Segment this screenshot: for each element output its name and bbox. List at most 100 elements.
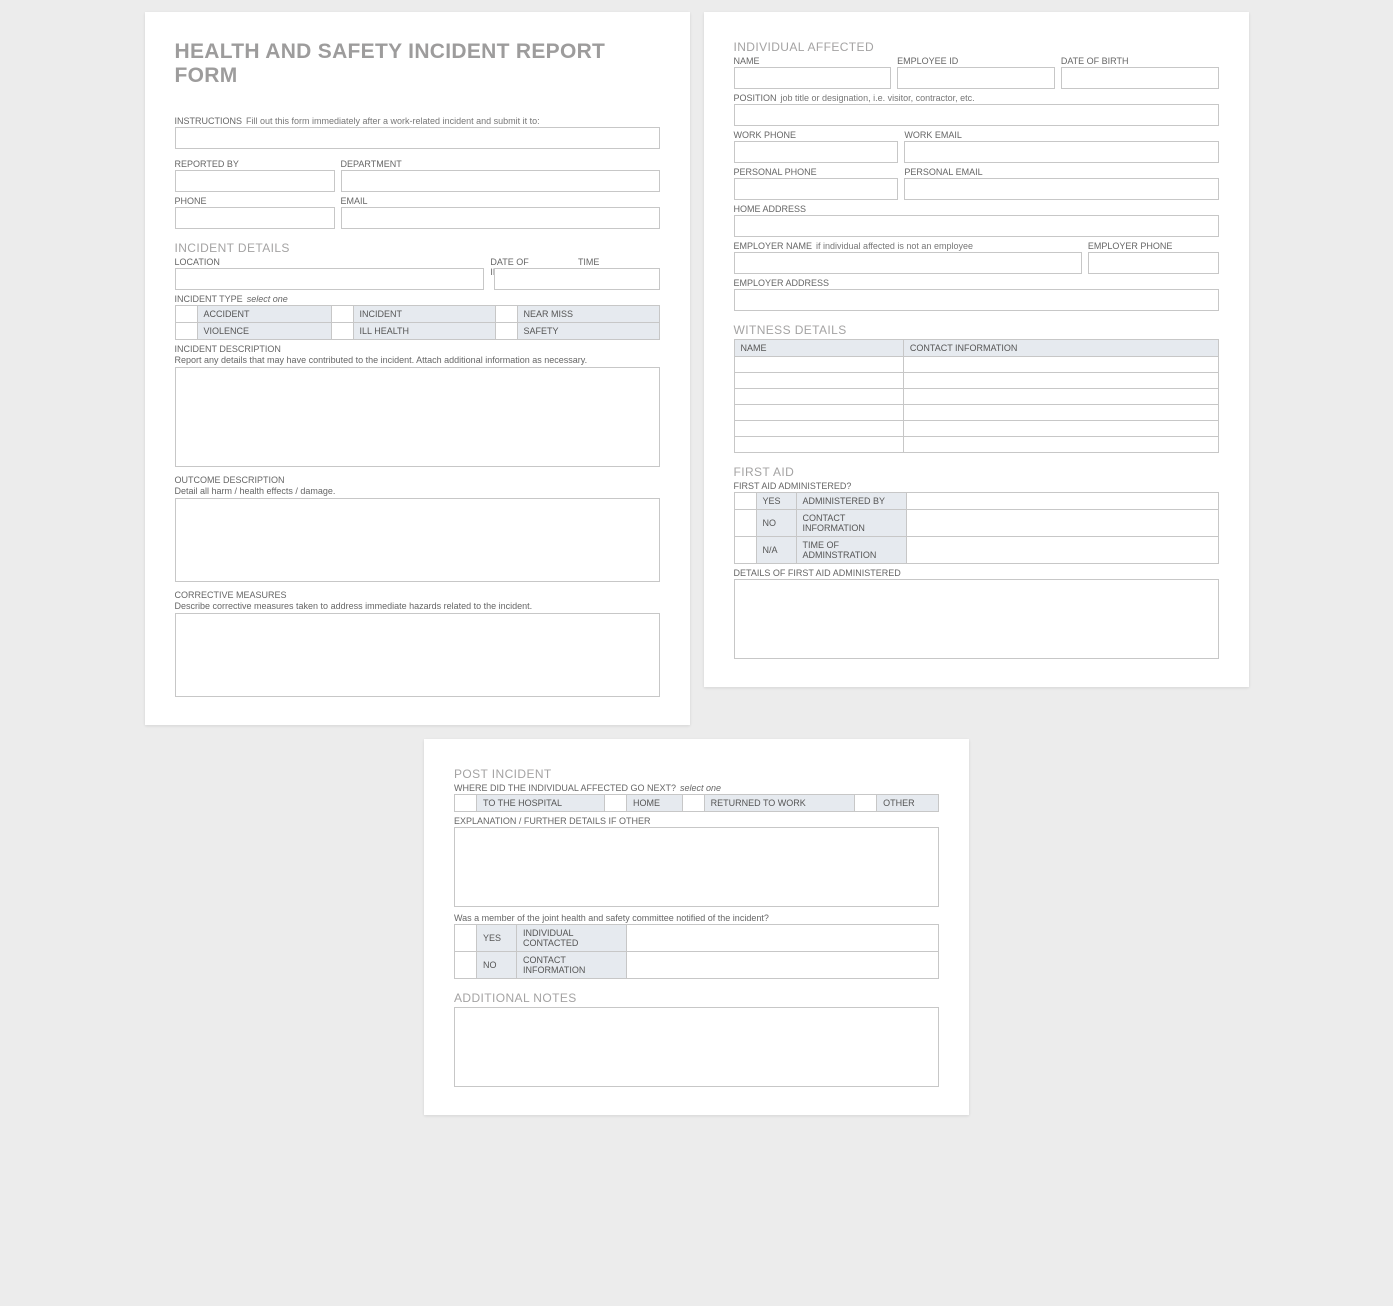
type-check-nearmiss[interactable]	[495, 306, 517, 323]
comm-check-no[interactable]	[455, 952, 477, 979]
corrective-label: CORRECTIVE MEASURES	[175, 590, 660, 600]
witness-contact-3[interactable]	[903, 389, 1218, 405]
outcome-input[interactable]	[175, 498, 660, 582]
witness-contact-2[interactable]	[903, 373, 1218, 389]
witness-name-3[interactable]	[734, 389, 903, 405]
outcome-sub: Detail all harm / health effects / damag…	[175, 486, 660, 496]
type-check-incident[interactable]	[331, 306, 353, 323]
instructions-text: Fill out this form immediately after a w…	[246, 116, 540, 126]
post-explain-input[interactable]	[454, 827, 939, 907]
witness-name-6[interactable]	[734, 437, 903, 453]
firstaid-q: FIRST AID ADMINISTERED?	[734, 481, 1219, 491]
fa-no: NO	[756, 510, 796, 537]
witness-name-5[interactable]	[734, 421, 903, 437]
date-time-input[interactable]	[494, 268, 659, 290]
fa-adminby-input[interactable]	[906, 493, 1218, 510]
witness-contact-5[interactable]	[903, 421, 1218, 437]
fa-contact-input[interactable]	[906, 510, 1218, 537]
position-sub: job title or designation, i.e. visitor, …	[781, 93, 975, 103]
reported-by-input[interactable]	[175, 170, 335, 192]
fa-check-yes[interactable]	[734, 493, 756, 510]
post-check-returned[interactable]	[682, 795, 704, 812]
type-accident: ACCIDENT	[197, 306, 331, 323]
witness-name-4[interactable]	[734, 405, 903, 421]
home-address-input[interactable]	[734, 215, 1219, 237]
witness-name-1[interactable]	[734, 357, 903, 373]
type-nearmiss: NEAR MISS	[517, 306, 659, 323]
department-label: DEPARTMENT	[341, 159, 402, 169]
employer-name-input[interactable]	[734, 252, 1082, 274]
page-1-left: HEALTH AND SAFETY INCIDENT REPORT FORM I…	[145, 12, 690, 725]
post-opt-returned: RETURNED TO WORK	[704, 795, 854, 812]
employer-phone-input[interactable]	[1088, 252, 1219, 274]
department-input[interactable]	[341, 170, 660, 192]
post-opt-hospital: TO THE HOSPITAL	[477, 795, 605, 812]
personal-phone-input[interactable]	[734, 178, 899, 200]
comm-contact-input[interactable]	[627, 952, 939, 979]
instructions-input[interactable]	[175, 127, 660, 149]
table-row	[734, 357, 1218, 373]
fa-check-na[interactable]	[734, 537, 756, 564]
outcome-label: OUTCOME DESCRIPTION	[175, 475, 660, 485]
type-check-safety[interactable]	[495, 323, 517, 340]
post-check-home[interactable]	[605, 795, 627, 812]
comm-individual-input[interactable]	[627, 925, 939, 952]
individual-heading: INDIVIDUAL AFFECTED	[734, 40, 1219, 54]
type-incident: INCIDENT	[353, 306, 495, 323]
personal-phone-label: PERSONAL PHONE	[734, 167, 817, 177]
incident-type-table: ACCIDENT INCIDENT NEAR MISS VIOLENCE ILL…	[175, 305, 660, 340]
witness-name-2[interactable]	[734, 373, 903, 389]
phone-input[interactable]	[175, 207, 335, 229]
employer-address-input[interactable]	[734, 289, 1219, 311]
type-check-illhealth[interactable]	[331, 323, 353, 340]
firstaid-table: YES ADMINISTERED BY NO CONTACT INFORMATI…	[734, 492, 1219, 564]
employee-id-label: EMPLOYEE ID	[897, 56, 958, 66]
post-check-hospital[interactable]	[455, 795, 477, 812]
type-check-accident[interactable]	[175, 306, 197, 323]
employer-name-sub: if individual affected is not an employe…	[816, 241, 973, 251]
witness-contact-4[interactable]	[903, 405, 1218, 421]
post-where-label: WHERE DID THE INDIVIDUAL AFFECTED GO NEX…	[454, 783, 676, 793]
post-select-one: select one	[680, 783, 721, 793]
fa-time-input[interactable]	[906, 537, 1218, 564]
post-check-other[interactable]	[855, 795, 877, 812]
work-phone-label: WORK PHONE	[734, 130, 797, 140]
comm-check-yes[interactable]	[455, 925, 477, 952]
employee-id-input[interactable]	[897, 67, 1055, 89]
position-input[interactable]	[734, 104, 1219, 126]
work-email-label: WORK EMAIL	[904, 130, 962, 140]
fa-time: TIME OF ADMINSTRATION	[796, 537, 906, 564]
dob-input[interactable]	[1061, 67, 1219, 89]
comm-yes: YES	[477, 925, 517, 952]
witness-contact-6[interactable]	[903, 437, 1218, 453]
phone-label: PHONE	[175, 196, 207, 206]
form-title: HEALTH AND SAFETY INCIDENT REPORT FORM	[175, 40, 660, 88]
table-row	[734, 373, 1218, 389]
reported-by-label: REPORTED BY	[175, 159, 239, 169]
fa-check-no[interactable]	[734, 510, 756, 537]
personal-email-input[interactable]	[904, 178, 1218, 200]
witness-heading: WITNESS DETAILS	[734, 323, 1219, 337]
type-safety: SAFETY	[517, 323, 659, 340]
type-check-violence[interactable]	[175, 323, 197, 340]
incident-desc-label: INCIDENT DESCRIPTION	[175, 344, 660, 354]
work-email-input[interactable]	[904, 141, 1218, 163]
personal-email-label: PERSONAL EMAIL	[904, 167, 982, 177]
incident-desc-input[interactable]	[175, 367, 660, 467]
fa-contact: CONTACT INFORMATION	[796, 510, 906, 537]
home-address-label: HOME ADDRESS	[734, 204, 807, 214]
notes-input[interactable]	[454, 1007, 939, 1087]
work-phone-input[interactable]	[734, 141, 899, 163]
witness-contact-1[interactable]	[903, 357, 1218, 373]
post-heading: POST INCIDENT	[454, 767, 939, 781]
position-label: POSITION	[734, 93, 777, 103]
incident-heading: INCIDENT DETAILS	[175, 241, 660, 255]
post-committee-table: YES INDIVIDUAL CONTACTED NO CONTACT INFO…	[454, 924, 939, 979]
ind-name-input[interactable]	[734, 67, 892, 89]
type-violence: VIOLENCE	[197, 323, 331, 340]
corrective-input[interactable]	[175, 613, 660, 697]
fa-details-input[interactable]	[734, 579, 1219, 659]
location-label: LOCATION	[175, 257, 220, 267]
email-input[interactable]	[341, 207, 660, 229]
email-label: EMAIL	[341, 196, 368, 206]
